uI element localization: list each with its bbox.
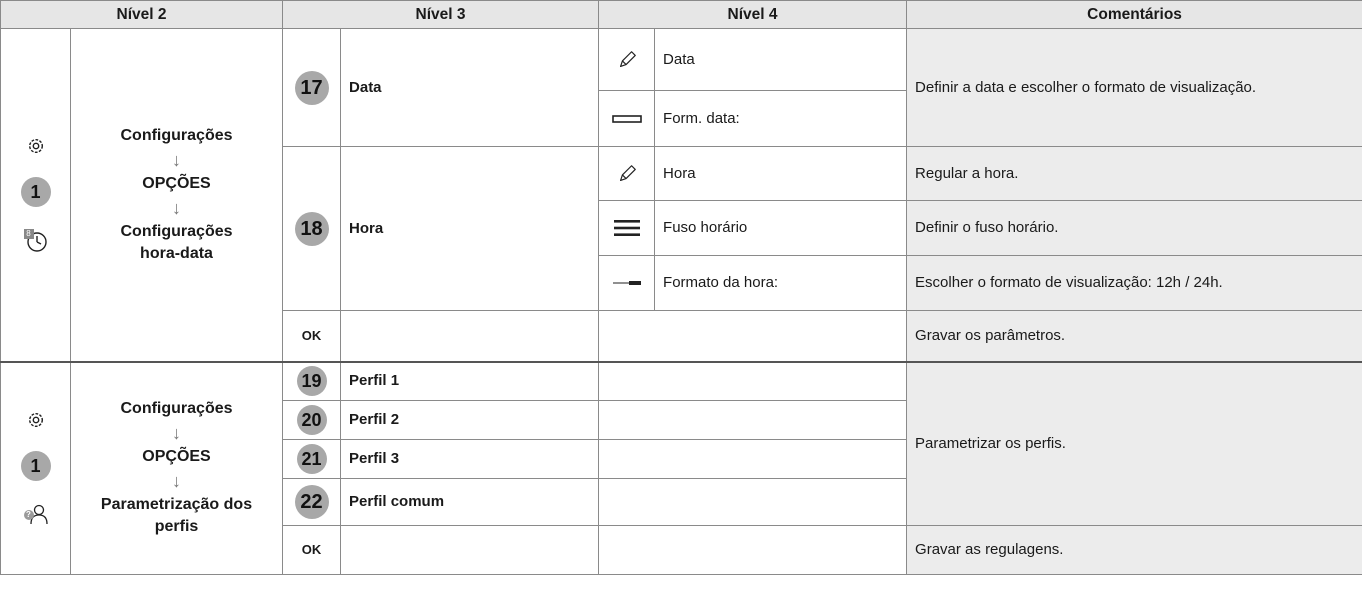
slider-icon [612,281,641,286]
step-19-badge: 19 [296,366,327,397]
level4-empty [598,360,908,401]
step-number-badge: 1 [20,451,51,482]
pencil-icon [619,50,636,67]
level3-perfil-2: Perfil 2 [340,400,600,440]
level4-empty [598,525,908,575]
level4-form-data: Form. data: [654,90,908,147]
comment-perfis: Parametrizar os perfis. [906,360,1362,526]
step-21-cell: 21 [282,439,342,479]
step-22-cell: 22 [282,478,342,526]
menu-item-configuracoes: Configurações [120,126,233,144]
ok-button: OK [282,525,342,575]
date-format-icon [611,114,642,123]
header-comentarios: Comentários [906,0,1362,29]
pencil-icon [619,164,636,181]
menu-item-perfis-line1: Parametrização dos [100,496,253,514]
step-21-badge: 21 [296,444,327,474]
level4-empty [598,478,908,526]
level4-fuso: Fuso horário [654,200,908,256]
pencil-icon-cell [598,146,656,201]
header-row: Nível 2 Nível 3 Nível 4 Comentários [0,0,1362,29]
down-arrow-icon: ↓ [172,423,181,444]
comment-ok-1: Gravar os parâmetros. [906,310,1362,362]
level4-hora: Hora [654,146,908,201]
level4-empty [598,310,908,362]
step-20-cell: 20 [282,400,342,440]
step-18-badge: 18 [294,211,329,246]
step-17-badge: 17 [294,70,329,105]
section2-menu-path: Configurações ↓ OPÇÕES ↓ Parametrização … [69,360,284,575]
level4-empty [598,439,908,479]
header-nivel3: Nível 3 [282,0,600,29]
ok-button: OK [282,310,342,362]
step-20-badge: 20 [296,405,327,435]
level3-empty [340,525,600,575]
pencil-icon-cell [598,28,656,91]
profile-help-icon: ? [23,503,49,525]
clock-badge: 8 [23,228,34,239]
step-number-badge: 1 [20,176,51,207]
slider-icon-cell [598,255,656,311]
section1-menu-path: Configurações ↓ OPÇÕES ↓ Configurações h… [69,28,284,362]
menu-item-perfis-line2: perfis [154,518,199,536]
level4-data: Data [654,28,908,91]
settings-gear-icon [28,138,43,153]
level3-hora: Hora [340,146,600,311]
comment-data: Definir a data e escolher o formato de v… [906,28,1362,147]
step-22-badge: 22 [294,485,329,519]
level4-empty [598,400,908,440]
section2-icons: 1 ? [0,360,71,575]
menu-item-opcoes: OPÇÕES [142,174,211,192]
comment-fuso: Definir o fuso horário. [906,200,1362,256]
level3-empty [340,310,600,362]
row-data-1: 1 8 Configurações ↓ OPÇÕES ↓ Configuraçõ… [0,28,1362,362]
clock-icon: 8 [23,228,48,253]
header-nivel4: Nível 4 [598,0,908,29]
menu-item-opcoes: OPÇÕES [142,448,211,466]
menu-item-hora-data-line2: hora-data [140,244,213,262]
row-perfil-1: 1 ? Configurações ↓ OPÇÕES ↓ Parametriza… [0,360,1362,575]
level3-perfil-comum: Perfil comum [340,478,600,526]
profile-badge: ? [26,510,31,520]
step-17-cell: 17 [282,28,342,147]
step-19-cell: 19 [282,360,342,401]
settings-table: Nível 2 Nível 3 Nível 4 Comentários 1 8 … [0,0,1362,575]
menu-icon-cell [598,200,656,256]
down-arrow-icon: ↓ [172,197,181,218]
menu-item-configuracoes: Configurações [120,400,233,418]
settings-gear-icon [28,413,43,428]
level3-perfil-1: Perfil 1 [340,360,600,401]
menu-item-hora-data-line1: Configurações [120,222,233,240]
comment-formato-hora: Escolher o formato de visualização: 12h … [906,255,1362,311]
down-arrow-icon: ↓ [172,149,181,170]
hamburger-menu-icon [613,220,640,237]
format-icon-cell [598,90,656,147]
down-arrow-icon: ↓ [172,471,181,492]
comment-hora: Regular a hora. [906,146,1362,201]
level4-formato-hora: Formato da hora: [654,255,908,311]
level3-data: Data [340,28,600,147]
step-18-cell: 18 [282,146,342,311]
section1-icons: 1 8 [0,28,71,362]
comment-ok-2: Gravar as regulagens. [906,525,1362,575]
header-nivel2: Nível 2 [0,0,284,29]
level3-perfil-3: Perfil 3 [340,439,600,479]
